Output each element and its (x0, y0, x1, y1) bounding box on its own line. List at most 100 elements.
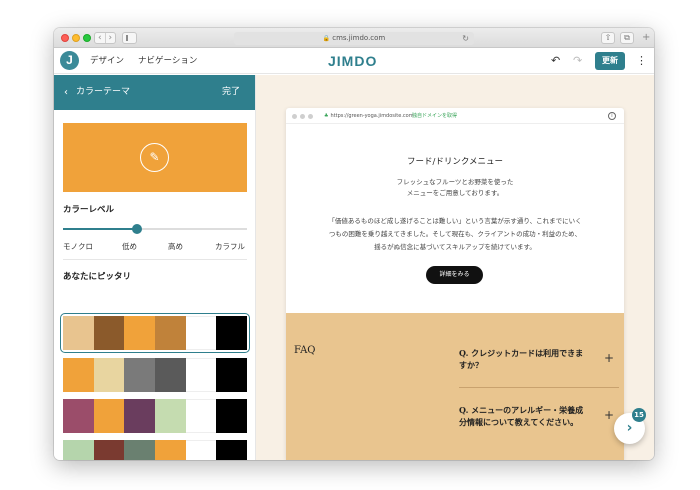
palette-option[interactable] (63, 399, 248, 433)
palette-color-swatch (63, 440, 94, 460)
forward-arrow-icon[interactable]: › (104, 33, 116, 43)
plus-icon[interactable]: + (604, 408, 614, 422)
palette-color-swatch (124, 358, 156, 392)
done-button[interactable]: 完了 (222, 75, 240, 110)
palette-color-swatch (185, 316, 217, 350)
panel-divider (63, 259, 247, 260)
design-menu[interactable]: デザイン (90, 48, 124, 74)
browser-window: ‹ › 🔒 cms.jimdo.com ↻ ⇧ ⧉ + J デザイン ナビゲーショ… (54, 28, 654, 460)
sidebar-toggle-icon[interactable] (122, 32, 137, 44)
menu-body-line[interactable]: つもの困難を乗り越えてきました。そして現在も、クライアントの成功・利益のため、 (310, 228, 600, 238)
menu-sub-line[interactable]: フレッシュなフルーツとお野菜を使った (286, 176, 624, 186)
menu-heading[interactable]: フード/ドリンクメニュー (286, 155, 624, 167)
palette-color-swatch (185, 358, 217, 392)
menu-body-line[interactable]: 揺るがぬ信念に基づいてスキルアップを続けています。 (310, 241, 600, 251)
tabs-overview-icon[interactable]: ⧉ (620, 32, 634, 44)
panel-title[interactable]: カラーテーマ (76, 75, 130, 110)
panel-header: ‹ カラーテーマ 完了 (54, 75, 255, 110)
chevron-left-icon[interactable]: ‹ (64, 75, 68, 110)
level-label-colorful[interactable]: カラフル (215, 241, 245, 252)
browser-titlebar: ‹ › 🔒 cms.jimdo.com ↻ ⇧ ⧉ + (54, 28, 654, 48)
palette-color-swatch (63, 316, 94, 350)
preview-dot (292, 114, 297, 119)
navigation-menu[interactable]: ナビゲーション (138, 48, 197, 74)
palette-color-swatch (93, 399, 125, 433)
palette-option[interactable] (60, 313, 250, 353)
update-button[interactable]: 更新 (595, 52, 625, 70)
faq-label[interactable]: FAQ (294, 345, 316, 356)
minimize-window-button[interactable] (72, 34, 80, 42)
share-icon[interactable]: ⇧ (601, 32, 615, 44)
level-label-low[interactable]: 低め (122, 241, 137, 252)
detail-button[interactable]: 詳細をみる (426, 266, 483, 284)
faq-question-line: すか？ (459, 360, 483, 370)
undo-icon[interactable]: ↶ (551, 48, 560, 74)
palette-color-swatch (155, 399, 186, 433)
plus-icon[interactable]: + (604, 351, 614, 365)
site-url: ♣ https://green-yoga.jimdosite.com (324, 108, 414, 124)
new-tab-icon[interactable]: + (642, 32, 650, 44)
palette-color-swatch (216, 316, 248, 350)
palette-color-swatch (124, 399, 156, 433)
faq-question-1[interactable]: Q. クレジットカードは利用できま すか？ (459, 347, 599, 371)
info-icon[interactable]: i (608, 112, 616, 120)
palette-color-swatch (155, 316, 186, 350)
palette-color-swatch (216, 440, 248, 460)
palette-color-swatch (63, 399, 94, 433)
slider-fill (63, 228, 137, 230)
zoom-window-button[interactable] (83, 34, 91, 42)
notification-badge: 15 (632, 408, 646, 422)
preview-dot (308, 114, 313, 119)
preview-dot (300, 114, 305, 119)
leaf-icon: ♣ (324, 113, 329, 119)
faq-section: FAQ Q. クレジットカードは利用できま すか？ + Q. メニューのアレルギ… (286, 313, 624, 460)
level-label-high[interactable]: 高め (168, 241, 183, 252)
address-text: cms.jimdo.com (332, 34, 386, 42)
palette-color-swatch (216, 399, 248, 433)
site-preview-frame: ♣ https://green-yoga.jimdosite.com 独自ドメイン… (286, 108, 624, 460)
site-canvas: ♣ https://green-yoga.jimdosite.com 独自ドメイン… (256, 75, 654, 460)
color-theme-panel: ‹ カラーテーマ 完了 ✎ カラーレベル モノクロ 低め 高め カラフル あなた… (54, 75, 256, 460)
lock-icon: 🔒 (322, 35, 331, 42)
faq-divider (459, 387, 619, 388)
palette-color-swatch (185, 399, 217, 433)
close-window-button[interactable] (61, 34, 69, 42)
palette-color-swatch (155, 358, 186, 392)
redo-icon[interactable]: ↷ (573, 48, 582, 74)
level-label-mono[interactable]: モノクロ (63, 241, 93, 252)
get-domain-link[interactable]: 独自ドメインを取得 (412, 108, 457, 124)
palette-color-swatch (93, 316, 125, 350)
theme-preview-swatch[interactable]: ✎ (63, 123, 247, 192)
palette-color-swatch (63, 358, 94, 392)
suggest-title: あなたにピッタリ (63, 272, 132, 282)
faq-question-line: Q. クレジットカードは利用できま (459, 348, 584, 358)
palette-color-swatch (93, 440, 125, 460)
site-preview-bar: ♣ https://green-yoga.jimdosite.com 独自ドメイン… (286, 108, 624, 124)
palette-color-swatch (124, 316, 156, 350)
color-level-slider[interactable] (63, 228, 247, 230)
faq-question-line: 分情報について教えてください。 (459, 417, 579, 427)
palette-option[interactable] (63, 440, 248, 460)
palette-color-swatch (93, 358, 125, 392)
palette-color-swatch (185, 440, 217, 460)
faq-question-2[interactable]: Q. メニューのアレルギー・栄養成 分情報について教えてください。 (459, 404, 599, 428)
reload-icon[interactable]: ↻ (462, 32, 469, 45)
editor-toolbar: J デザイン ナビゲーション JIMDO ↶ ↷ 更新 ⋮ (54, 48, 654, 74)
menu-sub-line[interactable]: メニューをご用意しております。 (286, 187, 624, 197)
color-level-title: カラーレベル (63, 205, 115, 215)
slider-thumb[interactable] (131, 224, 142, 234)
palette-option[interactable] (63, 358, 248, 392)
faq-question-line: Q. メニューのアレルギー・栄養成 (459, 405, 584, 415)
site-url-text: https://green-yoga.jimdosite.com (330, 113, 414, 119)
history-nav: ‹ › (94, 32, 116, 44)
palette-color-swatch (124, 440, 156, 460)
address-bar[interactable]: 🔒 cms.jimdo.com ↻ (234, 32, 474, 45)
pencil-icon[interactable]: ✎ (140, 143, 169, 172)
palette-color-swatch (155, 440, 186, 460)
jimdo-logo-icon[interactable]: J (60, 51, 79, 70)
more-options-icon[interactable]: ⋮ (636, 48, 647, 74)
palette-color-swatch (216, 358, 248, 392)
brand-logo: JIMDO (328, 53, 378, 69)
back-arrow-icon[interactable]: ‹ (95, 33, 105, 43)
menu-body-line[interactable]: 「価値あるものほど成し遂げることは難しい」という言葉が示す通り、これまでにいく (310, 215, 600, 225)
